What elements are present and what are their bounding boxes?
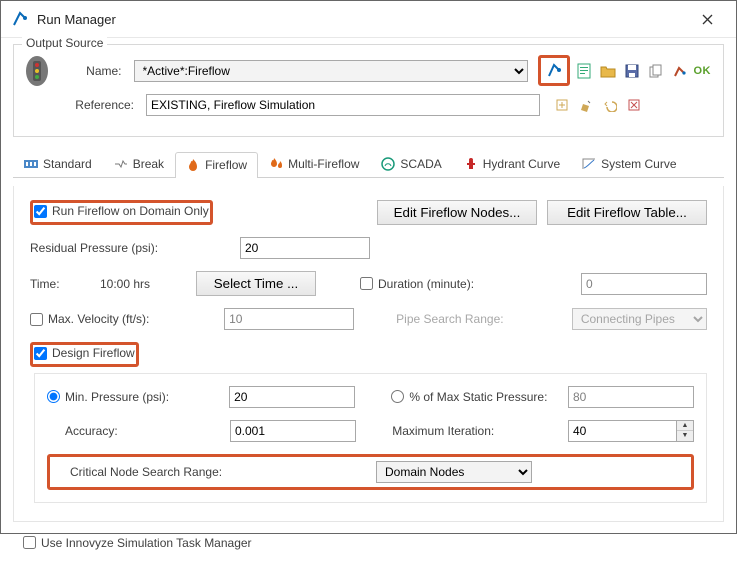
design-fireflow-group: Min. Pressure (psi): % of Max Static Pre… [34, 373, 707, 503]
residual-pressure-label: Residual Pressure (psi): [30, 241, 230, 255]
tab-system-curve[interactable]: System Curve [571, 151, 687, 177]
run-manager-icon [11, 10, 29, 28]
traffic-light-icon [26, 56, 48, 86]
pct-max-static-input [568, 386, 694, 408]
copy-icon[interactable] [646, 61, 666, 81]
standard-icon [24, 157, 38, 171]
pipe-search-select: Connecting Pipes [572, 308, 707, 330]
pct-max-static-radio[interactable]: % of Max Static Pressure: [391, 390, 558, 404]
max-iteration-spinner[interactable]: ▲▼ [568, 420, 694, 442]
tab-break[interactable]: Break [103, 151, 175, 177]
tab-standard[interactable]: Standard [13, 151, 103, 177]
ref-undo-icon[interactable] [600, 95, 620, 115]
reference-label: Reference: [70, 98, 140, 112]
tab-hydrant-curve[interactable]: Hydrant Curve [453, 151, 571, 177]
settings-icon[interactable] [670, 61, 690, 81]
name-label: Name: [58, 64, 127, 78]
max-iteration-label: Maximum Iteration: [392, 424, 558, 438]
break-icon [114, 157, 128, 171]
max-velocity-input [224, 308, 354, 330]
close-button[interactable] [688, 7, 726, 31]
time-label: Time: [30, 277, 90, 291]
save-icon[interactable] [622, 61, 642, 81]
hydrant-curve-icon [464, 157, 478, 171]
fireflow-icon [186, 158, 200, 172]
use-task-manager-checkbox[interactable]: Use Innovyze Simulation Task Manager [23, 536, 252, 550]
pipe-search-label: Pipe Search Range: [396, 312, 562, 326]
tab-fireflow[interactable]: Fireflow [175, 152, 258, 178]
output-source-group: Output Source Name: *Active*:Fireflow [13, 44, 724, 137]
select-time-button[interactable]: Select Time ... [196, 271, 316, 296]
spin-up-icon[interactable]: ▲ [677, 421, 693, 431]
run-icon[interactable] [545, 60, 565, 80]
tab-scada[interactable]: SCADA [370, 151, 452, 177]
scada-icon [381, 157, 395, 171]
fireflow-panel: Run Fireflow on Domain Only Edit Fireflo… [13, 186, 724, 522]
system-curve-icon [582, 157, 596, 171]
max-velocity-checkbox[interactable]: Max. Velocity (ft/s): [30, 312, 214, 326]
min-pressure-input[interactable] [229, 386, 355, 408]
multi-fireflow-icon [269, 157, 283, 171]
design-fireflow-checkbox[interactable]: Design Fireflow [34, 346, 135, 360]
duration-input [581, 273, 707, 295]
ref-edit-icon[interactable] [576, 95, 596, 115]
critical-node-select[interactable]: Domain Nodes [376, 461, 532, 483]
duration-checkbox[interactable]: Duration (minute): [360, 277, 474, 291]
residual-pressure-input[interactable] [240, 237, 370, 259]
ref-delete-icon[interactable] [624, 95, 644, 115]
tab-multi-fireflow[interactable]: Multi-Fireflow [258, 151, 370, 177]
tab-bar: Standard Break Fireflow Multi-Fireflow S… [13, 151, 724, 178]
run-domain-only-checkbox[interactable]: Run Fireflow on Domain Only [34, 204, 209, 218]
reference-field[interactable] [146, 94, 540, 116]
accuracy-label: Accuracy: [47, 424, 220, 438]
accuracy-input[interactable] [230, 420, 356, 442]
time-value: 10:00 hrs [100, 277, 186, 291]
edit-fireflow-table-button[interactable]: Edit Fireflow Table... [547, 200, 707, 225]
name-select[interactable]: *Active*:Fireflow [134, 60, 528, 82]
edit-fireflow-nodes-button[interactable]: Edit Fireflow Nodes... [377, 200, 537, 225]
min-pressure-radio[interactable]: Min. Pressure (psi): [47, 390, 219, 404]
ok-button[interactable]: OK [694, 65, 712, 77]
output-source-legend: Output Source [22, 36, 107, 50]
open-folder-icon[interactable] [598, 61, 618, 81]
ref-new-icon[interactable] [552, 95, 572, 115]
report-icon[interactable] [574, 61, 594, 81]
window-title: Run Manager [37, 12, 688, 27]
critical-node-label: Critical Node Search Range: [56, 465, 376, 479]
spin-down-icon[interactable]: ▼ [677, 431, 693, 441]
